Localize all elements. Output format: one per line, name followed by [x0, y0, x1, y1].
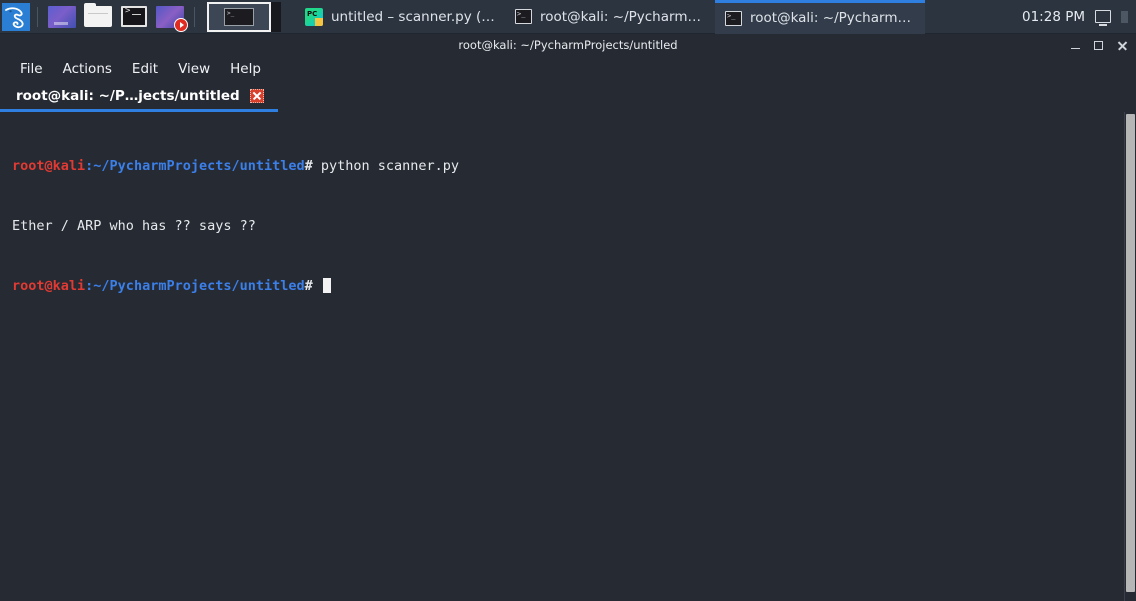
- terminal-titlebar[interactable]: root@kali: ~/PycharmProjects/untitled: [0, 34, 1136, 56]
- taskbar-window-label: untitled – scanner.py (R…: [331, 8, 495, 25]
- terminal-icon: [725, 10, 742, 26]
- taskbar-edge-handle[interactable]: [1121, 10, 1128, 23]
- prompt-at: @: [44, 278, 53, 294]
- window-controls[interactable]: [1071, 34, 1128, 56]
- prompt-symbol: #: [304, 158, 321, 174]
- screen: 1: Project 7: Structure 2: Favorites Fil…: [0, 0, 1136, 601]
- clock[interactable]: 01:28 PM: [1022, 9, 1085, 25]
- terminal-scrollbar-thumb[interactable]: [1126, 114, 1135, 592]
- terminal-icon: [515, 9, 532, 24]
- taskbar-window-label: root@kali: ~/PycharmPr…: [750, 10, 915, 26]
- maximize-button[interactable]: [1094, 40, 1103, 50]
- terminal-command: python scanner.py: [320, 158, 460, 174]
- terminal-line-1: root@kali:~/PycharmProjects/untitled# py…: [12, 156, 1136, 176]
- taskbar-window-terminal-2[interactable]: root@kali: ~/PycharmPr…: [715, 0, 925, 34]
- terminal-menubar[interactable]: File Actions Edit View Help: [0, 56, 1136, 82]
- prompt-at: @: [44, 158, 53, 174]
- terminal-line-2: Ether / ARP who has ?? says ??: [12, 218, 256, 234]
- menu-view[interactable]: View: [168, 58, 220, 80]
- pycharm-icon: [305, 7, 323, 26]
- prompt-host: kali: [52, 278, 86, 294]
- prompt-path: :~/PycharmProjects/untitled: [85, 278, 305, 294]
- file-manager-icon[interactable]: [82, 3, 114, 30]
- taskbar-separator: [194, 6, 195, 27]
- terminal-output: root@kali:~/PycharmProjects/untitled# py…: [12, 116, 1136, 336]
- prompt-path: :~/PycharmProjects/untitled: [85, 158, 305, 174]
- terminal-scrollbar-track[interactable]: [1124, 112, 1136, 601]
- kali-dragon-icon: [2, 2, 30, 31]
- terminal-window[interactable]: root@kali: ~/PycharmProjects/untitled Fi…: [0, 34, 1136, 601]
- taskbar-separator: [37, 6, 38, 27]
- menu-actions[interactable]: Actions: [53, 58, 122, 80]
- menu-edit[interactable]: Edit: [122, 58, 168, 80]
- prompt-user: root: [12, 158, 45, 174]
- prompt-user: root: [12, 278, 45, 294]
- window-preview-shadow: [271, 1, 281, 32]
- taskbar-window-terminal-1[interactable]: root@kali: ~/PycharmPr…: [505, 0, 715, 34]
- screen-recorder-icon[interactable]: [154, 4, 188, 32]
- window-preview-thumbnail[interactable]: [207, 1, 271, 32]
- menu-help[interactable]: Help: [220, 58, 271, 80]
- terminal-line-3: root@kali:~/PycharmProjects/untitled#: [12, 276, 1136, 296]
- kali-menu-button[interactable]: [1, 2, 31, 32]
- terminal-cursor: [322, 278, 331, 293]
- terminal-tabbar[interactable]: root@kali: ~/P…jects/untitled: [0, 82, 1136, 112]
- terminal-icon[interactable]: [118, 4, 150, 30]
- taskbar-window-label: root@kali: ~/PycharmPr…: [540, 8, 705, 25]
- prompt-symbol: #: [304, 278, 321, 294]
- close-button[interactable]: [1117, 40, 1128, 51]
- prompt-host: kali: [52, 158, 86, 174]
- display-icon[interactable]: [1095, 10, 1111, 26]
- terminal-title: root@kali: ~/PycharmProjects/untitled: [458, 38, 678, 52]
- terminal-tab-label: root@kali: ~/P…jects/untitled: [16, 87, 240, 104]
- show-desktop-icon[interactable]: [46, 4, 78, 30]
- terminal-tab[interactable]: root@kali: ~/P…jects/untitled: [0, 82, 278, 112]
- menu-file[interactable]: File: [10, 58, 53, 80]
- close-icon[interactable]: [249, 88, 264, 103]
- taskbar[interactable]: untitled – scanner.py (R… root@kali: ~/P…: [0, 0, 1136, 34]
- taskbar-window-pycharm[interactable]: untitled – scanner.py (R…: [295, 0, 505, 34]
- terminal-body[interactable]: root@kali:~/PycharmProjects/untitled# py…: [0, 112, 1136, 601]
- minimize-button[interactable]: [1071, 39, 1080, 51]
- system-tray[interactable]: 01:28 PM: [1022, 0, 1136, 34]
